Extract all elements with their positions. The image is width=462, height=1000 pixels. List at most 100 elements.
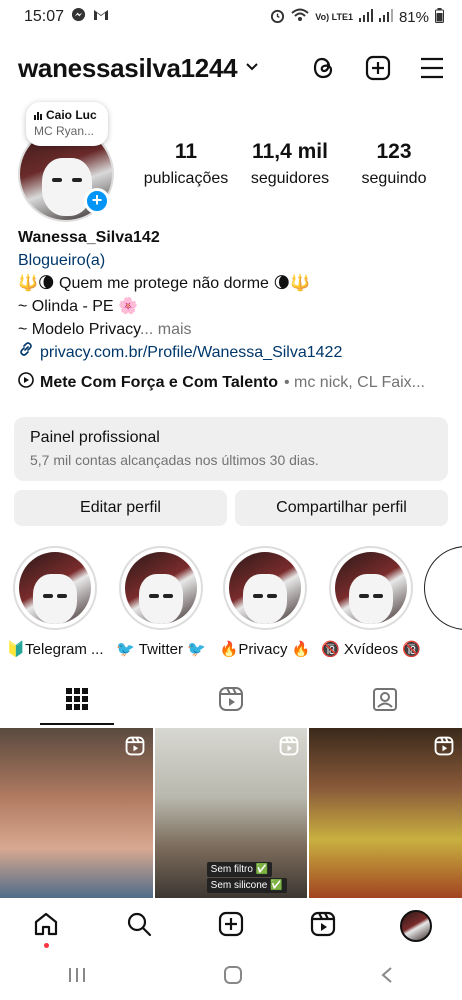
reel-badge-icon xyxy=(279,736,299,761)
highlight-cover xyxy=(335,552,407,624)
menu-icon[interactable] xyxy=(418,54,446,82)
signal-2-icon xyxy=(378,8,393,26)
highlight-item[interactable]: 🔥Privacy 🔥 xyxy=(212,546,318,658)
wifi-icon xyxy=(291,8,309,26)
grid-icon xyxy=(65,687,89,716)
tab-tagged[interactable] xyxy=(308,677,462,725)
highlight-item[interactable]: 🔰Telegram ... xyxy=(2,546,108,658)
audio-bars-icon xyxy=(34,111,42,120)
highlight-ring xyxy=(13,546,97,630)
bio-external-link[interactable]: privacy.com.br/Profile/Wanessa_Silva1422 xyxy=(18,341,444,364)
add-story-button[interactable]: + xyxy=(84,188,110,214)
back-icon[interactable] xyxy=(380,966,394,989)
profile-actions: Editar perfil Compartilhar perfil xyxy=(14,490,448,526)
chevron-down-icon xyxy=(245,59,259,77)
highlight-label: 🔥Privacy 🔥 xyxy=(219,641,311,658)
highlight-cover xyxy=(125,552,197,624)
profile-avatar-icon xyxy=(399,910,432,942)
reel-badge-icon xyxy=(125,736,145,761)
bio-display-name: Wanessa_Silva142 xyxy=(18,229,160,246)
nav-search[interactable] xyxy=(119,906,159,946)
music-note-title: Caio Luc xyxy=(46,108,97,122)
alarm-icon xyxy=(270,8,285,27)
create-icon xyxy=(218,911,244,942)
post-thumbnail[interactable] xyxy=(0,728,153,900)
panel-subtitle: 5,7 mil contas alcançadas nos últimos 30… xyxy=(30,452,319,468)
highlight-label: 🔞 Xvídeos 🔞 xyxy=(321,641,421,658)
messenger-icon xyxy=(71,7,86,27)
highlight-label: 🐦 Twitter 🐦 xyxy=(116,641,206,658)
tab-reels[interactable] xyxy=(154,677,308,725)
bio-link-text: privacy.com.br/Profile/Wanessa_Silva1422 xyxy=(40,344,343,361)
notification-dot xyxy=(44,943,50,948)
search-icon xyxy=(126,911,152,942)
profile-tabs xyxy=(0,677,462,725)
highlight-new[interactable] xyxy=(424,546,462,630)
play-circle-icon xyxy=(18,372,34,393)
post-thumbnail[interactable]: Sem filtro ✅ Sem silicone ✅ xyxy=(154,728,308,900)
profile-header: wanessasilva1244 xyxy=(18,46,446,90)
edit-profile-button[interactable]: Editar perfil xyxy=(14,490,227,526)
music-note-bubble[interactable]: Caio Luc MC Ryan... xyxy=(26,102,108,146)
profile-username: wanessasilva1244 xyxy=(18,52,238,83)
stat-label: seguidores xyxy=(250,170,330,187)
professional-dashboard[interactable]: Painel profissional 5,7 mil contas alcan… xyxy=(14,417,448,481)
highlight-cover xyxy=(229,552,301,624)
stat-value: 11,4 mil xyxy=(252,140,328,163)
bio-line-2: ~ Olinda - PE 🌸 xyxy=(18,298,138,315)
bio-line-3: ~ Modelo Privacy xyxy=(18,321,140,338)
signal-icon xyxy=(358,8,373,26)
highlight-item[interactable]: 🐦 Twitter 🐦 xyxy=(108,546,214,658)
posts-grid: Sem filtro ✅ Sem silicone ✅ xyxy=(0,728,462,900)
post-sticker: Sem filtro ✅ xyxy=(206,862,273,877)
share-profile-button[interactable]: Compartilhar perfil xyxy=(235,490,448,526)
link-icon xyxy=(18,341,34,364)
bottom-navigation xyxy=(0,898,462,954)
stat-following[interactable]: 123 seguindo xyxy=(344,140,444,188)
nav-create[interactable] xyxy=(211,906,251,946)
highlight-ring xyxy=(223,546,307,630)
story-highlights: 🔰Telegram ... 🐦 Twitter 🐦 🔥Privacy 🔥 🔞 X… xyxy=(0,546,462,662)
tagged-icon xyxy=(372,686,398,717)
status-bar: 15:07 Vo) LTE1 81% xyxy=(0,0,462,34)
threads-icon[interactable] xyxy=(310,54,338,82)
mask-figure xyxy=(42,158,92,216)
highlight-item[interactable]: 🔞 Xvídeos 🔞 xyxy=(318,546,424,658)
bio-line-1: 🔱🌘 Quem me protege não dorme 🌘🔱 xyxy=(18,275,310,292)
reels-icon xyxy=(310,911,336,942)
battery-level: 81% xyxy=(398,8,429,26)
bio-category: Blogueiro(a) xyxy=(18,252,106,269)
stat-posts[interactable]: 11 publicações xyxy=(136,140,236,188)
stat-label: publicações xyxy=(143,170,229,187)
post-sticker: Sem silicone ✅ xyxy=(206,878,287,893)
highlight-cover xyxy=(19,552,91,624)
panel-title: Painel profissional xyxy=(30,429,160,446)
profile-music-artist: • mc nick, CL Faix... xyxy=(283,373,425,391)
tab-grid[interactable] xyxy=(0,677,154,725)
highlight-ring xyxy=(329,546,413,630)
system-navigation xyxy=(0,954,462,1000)
nav-reels[interactable] xyxy=(303,906,343,946)
stat-followers[interactable]: 11,4 mil seguidores xyxy=(240,140,340,188)
profile-music[interactable]: Mete Com Força e Com Talento • mc nick, … xyxy=(18,372,444,393)
home-button-icon[interactable] xyxy=(223,965,243,990)
reel-badge-icon xyxy=(434,736,454,761)
battery-icon xyxy=(435,7,444,27)
profile-stats: 11 publicações 11,4 mil seguidores 123 s… xyxy=(136,140,444,188)
stat-value: 123 xyxy=(376,140,412,163)
status-time: 15:07 xyxy=(24,8,65,25)
recent-apps-icon[interactable] xyxy=(68,967,86,988)
highlight-label: 🔰Telegram ... xyxy=(6,641,104,658)
network-label: Vo) LTE1 xyxy=(315,11,353,22)
profile-bio: Wanessa_Silva142 Blogueiro(a) 🔱🌘 Quem me… xyxy=(18,226,444,364)
nav-home[interactable] xyxy=(26,906,66,948)
home-icon xyxy=(33,911,59,942)
profile-music-song: Mete Com Força e Com Talento xyxy=(40,373,278,391)
gmail-icon xyxy=(93,8,109,26)
nav-profile[interactable] xyxy=(396,906,436,946)
post-thumbnail[interactable] xyxy=(309,728,462,900)
account-switcher[interactable]: wanessasilva1244 xyxy=(18,53,259,84)
bio-more-link[interactable]: ... mais xyxy=(140,321,192,338)
create-post-icon[interactable] xyxy=(364,54,392,82)
stat-value: 11 xyxy=(174,140,198,163)
